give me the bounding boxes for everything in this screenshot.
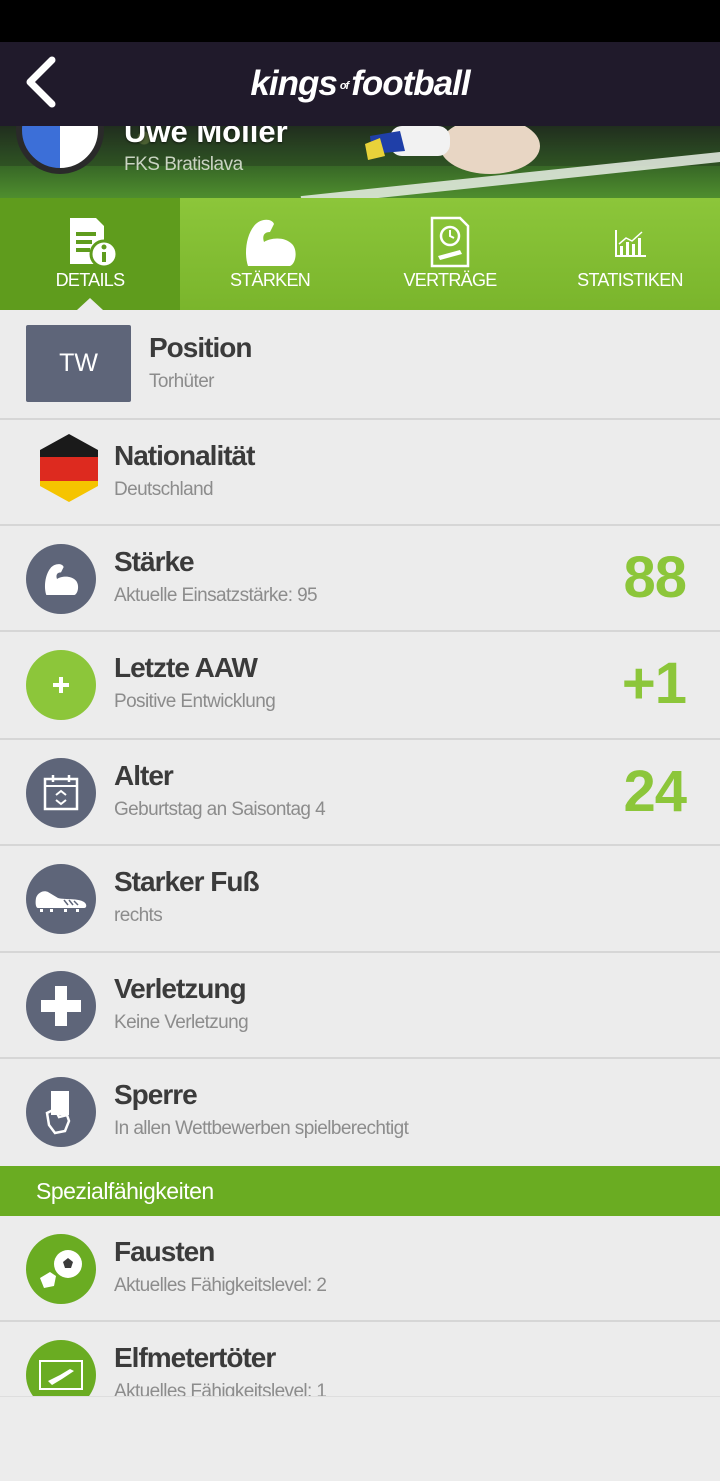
player-image — [365, 126, 540, 174]
suspension-row: Sperre In allen Wettbewerben spielberech… — [0, 1059, 720, 1166]
age-value: 24 — [623, 759, 687, 824]
nationality-title: Nationalität — [114, 440, 255, 471]
active-tab-pointer — [77, 298, 103, 310]
document-info-icon — [70, 218, 119, 269]
tab-details[interactable]: DETAILS — [0, 198, 180, 310]
details-list: TW Position Torhüter Nationalität Deutsc… — [0, 310, 720, 1428]
nationality-row: Nationalität Deutschland — [0, 420, 720, 526]
card-hand-icon — [26, 1077, 96, 1147]
bottom-blank-area — [0, 1396, 720, 1481]
injury-value: Keine Verletzung — [114, 1012, 249, 1033]
nationality-value: Deutschland — [114, 479, 214, 500]
ability-level: Aktuelles Fähigkeitslevel: 2 — [114, 1275, 327, 1296]
suspension-value: In allen Wettbewerben spielberechtigt — [114, 1118, 409, 1139]
app-header: kings offootball — [0, 42, 720, 126]
position-title: Position — [149, 332, 252, 363]
position-badge: TW — [26, 325, 131, 402]
last-aaw-row: Letzte AAW Positive Entwicklung +1 — [0, 632, 720, 740]
calendar-icon — [26, 758, 96, 828]
age-row: Alter Geburtstag an Saisontag 4 24 — [0, 740, 720, 846]
tab-statistics-label: STATISTIKEN — [577, 270, 683, 290]
tab-bar: DETAILS STÄRKEN VERTRÄGE STATISTIKEN — [0, 198, 720, 310]
strong-foot-row: Starker Fuß rechts — [0, 846, 720, 953]
tab-contracts[interactable]: VERTRÄGE — [360, 198, 540, 310]
tab-strengths[interactable]: STÄRKEN — [180, 198, 360, 310]
app-logo: kings offootball — [250, 64, 470, 103]
strong-foot-title: Starker Fuß — [114, 866, 260, 897]
club-avatar — [16, 126, 104, 174]
tab-contracts-label: VERTRÄGE — [403, 270, 497, 290]
plus-circle-icon — [26, 650, 96, 720]
position-row: TW Position Torhüter — [0, 310, 720, 420]
club-name: FKS Bratislava — [124, 154, 243, 175]
suspension-title: Sperre — [114, 1079, 198, 1110]
strength-row: Stärke Aktuelle Einsatzstärke: 95 88 — [0, 526, 720, 632]
contract-icon — [430, 216, 470, 268]
special-abilities-header: Spezialfähigkeiten — [0, 1166, 720, 1216]
player-name: Uwe Möller — [124, 126, 288, 149]
ability-row-fausten: Fausten Aktuelles Fähigkeitslevel: 2 — [0, 1216, 720, 1322]
age-title: Alter — [114, 760, 174, 791]
last-aaw-sub: Positive Entwicklung — [114, 691, 276, 712]
shoe-icon — [26, 864, 96, 934]
injury-title: Verletzung — [114, 973, 247, 1004]
muscle-circle-icon — [26, 544, 96, 614]
position-value: Torhüter — [149, 371, 215, 392]
last-aaw-title: Letzte AAW — [114, 652, 258, 683]
strength-value: 88 — [623, 545, 687, 610]
player-hero: Uwe Möller FKS Bratislava — [0, 126, 720, 198]
muscle-icon — [246, 219, 296, 266]
strength-sub: Aktuelle Einsatzstärke: 95 — [114, 585, 318, 606]
ability-title: Fausten — [114, 1236, 215, 1267]
tab-details-label: DETAILS — [55, 270, 125, 290]
tab-statistics[interactable]: STATISTIKEN — [540, 198, 720, 310]
germany-flag-icon — [40, 434, 98, 502]
last-aaw-value: +1 — [621, 651, 687, 716]
strong-foot-value: rechts — [114, 905, 163, 926]
age-sub: Geburtstag an Saisontag 4 — [114, 799, 326, 820]
strength-title: Stärke — [114, 546, 195, 577]
status-bar — [0, 0, 720, 42]
tab-strengths-label: STÄRKEN — [229, 270, 311, 290]
medical-cross-icon — [26, 971, 96, 1041]
chart-icon — [615, 230, 646, 257]
punch-ball-icon — [26, 1234, 96, 1304]
injury-row: Verletzung Keine Verletzung — [0, 953, 720, 1059]
ability-title: Elfmetertöter — [114, 1342, 276, 1373]
